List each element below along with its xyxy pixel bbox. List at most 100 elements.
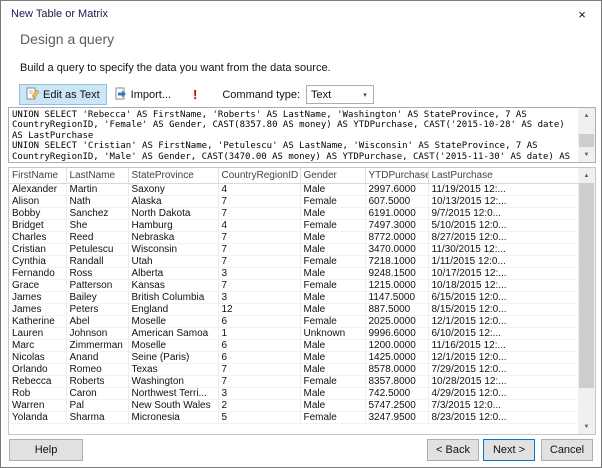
grid-scrollbar[interactable]: ▲ ▼: [578, 168, 595, 434]
table-row[interactable]: Warren Pal New South Wales 2 Male 5747.2500 7/…: [9, 399, 578, 412]
scroll-down-icon[interactable]: ▼: [578, 147, 595, 162]
table-row[interactable]: James Peters England 12 Male 887.5000 8/15/201…: [9, 303, 578, 316]
table-cell: 7: [218, 195, 301, 208]
column-header-lastpurchase[interactable]: LastPurchase: [428, 168, 578, 184]
table-cell: Saxony: [128, 183, 219, 196]
table-row[interactable]: Grace Patterson Kansas 7 Female 1215.0000 10/1…: [9, 279, 578, 292]
table-cell: 1: [218, 327, 301, 340]
column-header-gender[interactable]: Gender: [300, 168, 366, 184]
edit-pencil-icon: [26, 87, 40, 103]
next-button[interactable]: Next >: [483, 439, 535, 461]
command-type-select[interactable]: Text ▾: [306, 85, 375, 104]
table-cell: 607.5000: [365, 195, 429, 208]
table-cell: 9248.1500: [365, 267, 429, 280]
table-cell: Bridget: [9, 219, 67, 232]
table-row[interactable]: Cynthia Randall Utah 7 Female 7218.1000 1/11/2…: [9, 255, 578, 268]
table-cell: 1215.0000: [365, 279, 429, 292]
table-cell: Katherine: [9, 315, 67, 328]
run-query-button[interactable]: !: [186, 84, 204, 105]
column-header-countryregionid[interactable]: CountryRegionID: [218, 168, 301, 184]
table-cell: Bailey: [66, 291, 129, 304]
table-cell: Sharma: [66, 411, 129, 424]
table-cell: Male: [300, 183, 366, 196]
table-cell: Petulescu: [66, 243, 129, 256]
table-row[interactable]: Fernando Ross Alberta 3 Male 9248.1500 10/17/2…: [9, 267, 578, 280]
column-header-stateprovince[interactable]: StateProvince: [128, 168, 219, 184]
table-cell: Nicolas: [9, 351, 67, 364]
table-cell: Male: [300, 339, 366, 352]
table-cell: Texas: [128, 363, 219, 376]
table-row[interactable]: Cristian Petulescu Wisconsin 7 Male 3470.0000…: [9, 243, 578, 256]
table-row[interactable]: Lauren Johnson American Samoa 1 Unknown 9996.…: [9, 327, 578, 340]
column-header-ytdpurchase[interactable]: YTDPurchase: [365, 168, 429, 184]
table-row[interactable]: Orlando Romeo Texas 7 Male 8578.0000 7/29/2015…: [9, 363, 578, 376]
column-header-lastname[interactable]: LastName: [66, 168, 129, 184]
column-header-firstname[interactable]: FirstName: [9, 168, 67, 184]
table-cell: Female: [300, 411, 366, 424]
table-cell: 1200.0000: [365, 339, 429, 352]
table-cell: Unknown: [300, 327, 366, 340]
table-cell: 3: [218, 267, 301, 280]
query-editor[interactable]: UNION SELECT 'Rebecca' AS FirstName, 'Ro…: [8, 107, 596, 163]
table-cell: Micronesia: [128, 411, 219, 424]
table-row[interactable]: Bobby Sanchez North Dakota 7 Male 6191.0000 9/…: [9, 207, 578, 220]
table-row[interactable]: Alison Nath Alaska 7 Female 607.5000 10/13/201…: [9, 195, 578, 208]
table-row[interactable]: Rebecca Roberts Washington 7 Female 8357.8000…: [9, 375, 578, 388]
table-cell: Northwest Terri...: [128, 387, 219, 400]
table-row[interactable]: Bridget She Hamburg 4 Female 7497.3000 5/10/20…: [9, 219, 578, 232]
results-grid-viewport: FirstName LastName StateProvince CountryReg…: [9, 168, 578, 434]
grid-scrollbar-track[interactable]: [578, 183, 595, 419]
table-cell: Rob: [9, 387, 67, 400]
table-cell: Moselle: [128, 315, 219, 328]
table-row[interactable]: Yolanda Sharma Micronesia 5 Female 3247.9500 8…: [9, 411, 578, 424]
edit-as-text-button[interactable]: Edit as Text: [19, 84, 107, 105]
table-row[interactable]: Katherine Abel Moselle 6 Female 2025.0000 12/1…: [9, 315, 578, 328]
table-cell: 5/10/2015 12:0...: [428, 219, 578, 232]
table-cell: 12/1/2015 12:0...: [428, 351, 578, 364]
results-grid: FirstName LastName StateProvince CountryReg…: [8, 167, 596, 435]
table-row[interactable]: Rob Caron Northwest Terri... 3 Male 742.5000 4…: [9, 387, 578, 400]
table-cell: 4: [218, 183, 301, 196]
table-cell: 7: [218, 363, 301, 376]
cancel-button[interactable]: Cancel: [541, 439, 593, 461]
back-button[interactable]: < Back: [427, 439, 479, 461]
table-cell: 7218.1000: [365, 255, 429, 268]
table-cell: Male: [300, 231, 366, 244]
close-button[interactable]: ×: [565, 3, 599, 25]
scroll-up-icon[interactable]: ▲: [578, 108, 595, 123]
query-line: CountryRegionID, 'Female' AS Gender, CAS…: [12, 120, 565, 131]
table-row[interactable]: Alexander Martin Saxony 4 Male 2997.6000 11/19…: [9, 183, 578, 196]
grid-scrollbar-thumb[interactable]: [579, 183, 594, 388]
query-scrollbar-thumb[interactable]: [579, 134, 594, 147]
table-cell: She: [66, 219, 129, 232]
table-cell: Male: [300, 267, 366, 280]
titlebar: New Table or Matrix ×: [1, 1, 601, 27]
query-text[interactable]: UNION SELECT 'Rebecca' AS FirstName, 'Ro…: [9, 108, 578, 162]
table-cell: Male: [300, 291, 366, 304]
scroll-up-icon[interactable]: ▲: [578, 168, 595, 183]
table-cell: 12/1/2015 12:0...: [428, 315, 578, 328]
query-scrollbar-track[interactable]: [578, 123, 595, 147]
command-type-value: Text: [311, 88, 332, 101]
table-cell: 6/10/2015 12:...: [428, 327, 578, 340]
table-cell: Female: [300, 195, 366, 208]
scroll-down-icon[interactable]: ▼: [578, 419, 595, 434]
table-cell: Male: [300, 387, 366, 400]
table-cell: Male: [300, 303, 366, 316]
table-cell: 8772.0000: [365, 231, 429, 244]
table-row[interactable]: Nicolas Anand Seine (Paris) 6 Male 1425.0000 1…: [9, 351, 578, 364]
table-cell: 887.5000: [365, 303, 429, 316]
query-scrollbar[interactable]: ▲ ▼: [578, 108, 595, 162]
table-row[interactable]: Charles Reed Nebraska 7 Male 8772.0000 8/27/20…: [9, 231, 578, 244]
table-cell: England: [128, 303, 219, 316]
table-cell: 8/23/2015 12:0...: [428, 411, 578, 424]
table-cell: Abel: [66, 315, 129, 328]
table-row[interactable]: Marc Zimmerman Moselle 6 Male 1200.0000 11/16/…: [9, 339, 578, 352]
help-button[interactable]: Help: [9, 439, 83, 461]
import-button[interactable]: Import...: [107, 84, 178, 105]
table-cell: Female: [300, 255, 366, 268]
table-row[interactable]: James Bailey British Columbia 3 Male 1147.500…: [9, 291, 578, 304]
table-cell: Nebraska: [128, 231, 219, 244]
table-cell: 7: [218, 243, 301, 256]
query-line: AS LastPurchase: [12, 130, 94, 141]
